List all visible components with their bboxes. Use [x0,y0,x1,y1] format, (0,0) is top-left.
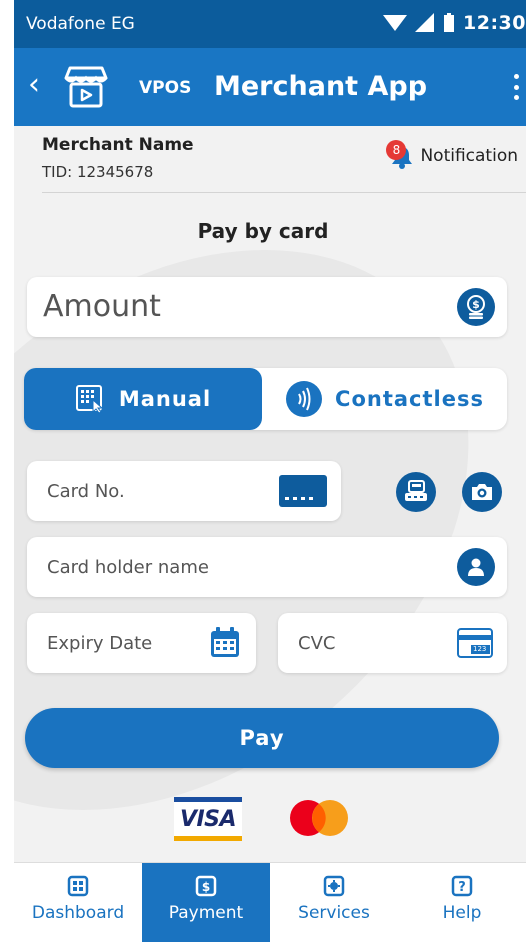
contactless-icon [286,381,323,417]
nav-label-help: Help [442,903,482,923]
card-holder-input[interactable]: Card holder name [27,537,507,597]
nav-item-dashboard[interactable]: Dashboard [14,863,142,942]
divider [42,192,526,193]
app-title: Merchant App [214,71,428,102]
card-icon [279,475,327,507]
card-holder-placeholder: Card holder name [47,557,209,578]
nav-item-help[interactable]: ? Help [398,863,526,942]
svg-text:$: $ [202,880,210,894]
nav-label-services: Services [298,903,370,923]
cvc-icon-text: 123 [473,645,487,653]
pay-button[interactable]: Pay [25,708,499,768]
app-bar: ‹ VPOS Merchant App [14,48,526,126]
cvc-placeholder: CVC [298,633,336,654]
calendar-icon [211,627,239,657]
status-bar: Vodafone EG 12:30 [14,0,526,48]
nav-label-dashboard: Dashboard [31,903,125,923]
signal-icon [415,13,435,32]
cvc-input[interactable]: CVC 123 [278,613,507,673]
merchant-info: Merchant Name TID: 12345678 [42,135,194,181]
tab-contactless[interactable]: Contactless [262,368,507,430]
manual-label: Manual [118,387,212,411]
expiry-placeholder: Expiry Date [47,633,153,654]
nav-item-payment[interactable]: $ Payment [142,863,270,942]
battery-icon [444,13,455,32]
bottom-nav: Dashboard $ Payment Services ? Help [14,862,526,942]
user-icon [457,548,495,586]
svg-text:$: $ [472,298,480,311]
keypad-icon [75,385,104,414]
payment-icon: $ [195,875,217,897]
amount-input[interactable]: Amount $ [27,277,507,337]
store-logo-icon [64,66,108,108]
bell-icon: 8 [386,140,416,170]
tab-manual[interactable]: Manual [24,368,262,430]
nav-item-services[interactable]: Services [270,863,398,942]
cvc-card-icon: 123 [457,628,493,658]
brand-label: VPOS [139,78,192,98]
payment-mode-toggle: Manual Contactless [24,368,507,430]
expiry-date-input[interactable]: Expiry Date [27,613,256,673]
merchant-name: Merchant Name [42,135,194,155]
card-reader-icon[interactable] [396,472,436,512]
coins-icon: $ [457,288,495,326]
carrier-name: Vodafone EG [26,14,135,34]
visa-logo-text: VISA [179,807,237,832]
help-icon: ? [451,875,473,897]
clock: 12:30 [463,12,526,34]
dashboard-icon [67,875,89,897]
svg-text:?: ? [458,880,466,895]
card-number-input[interactable]: Card No. [27,461,341,521]
mastercard-logo [290,800,348,836]
contactless-label: Contactless [335,387,484,411]
section-title: Pay by card [197,219,329,243]
card-number-placeholder: Card No. [47,481,125,502]
visa-logo: VISA [174,797,242,841]
back-arrow-icon[interactable]: ‹ [28,70,40,100]
notification-button[interactable]: 8 Notification [386,140,518,170]
notification-label: Notification [420,146,518,166]
nav-label-payment: Payment [168,903,244,923]
camera-icon[interactable] [462,472,502,512]
terminal-id: TID: 12345678 [42,163,154,181]
services-icon [323,875,345,897]
amount-placeholder: Amount [43,289,161,324]
more-menu-icon[interactable] [514,74,520,100]
wifi-icon [383,15,408,31]
